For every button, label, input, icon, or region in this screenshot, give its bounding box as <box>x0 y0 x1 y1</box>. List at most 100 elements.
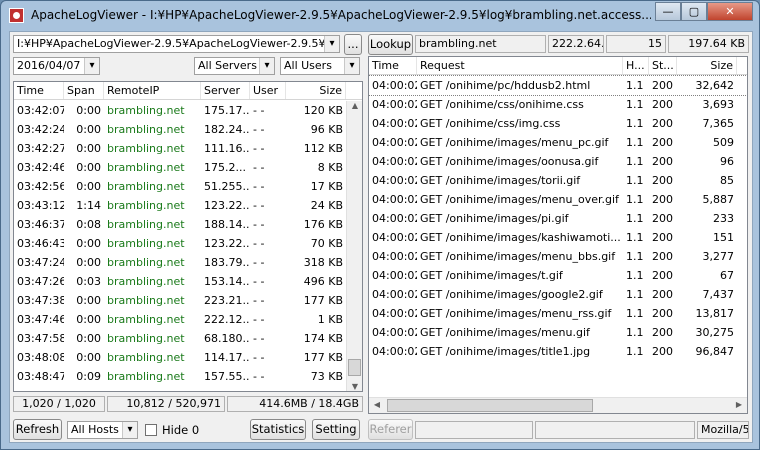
request-list[interactable]: Time Request H... St... Size 04:00:02 GET… <box>368 56 748 414</box>
cell-req-size: 13,817 <box>695 307 735 320</box>
table-row[interactable]: 03:42:07 0:00 brambling.net 175.17... - - 120… <box>14 101 362 120</box>
access-list[interactable]: Time Span RemoteIP Server User Size 03:4… <box>13 81 363 392</box>
minimize-button[interactable]: — <box>655 2 681 21</box>
table-row[interactable]: 03:48:47 0:09 brambling.net 157.55... - - 73 … <box>14 367 362 386</box>
lookup-button[interactable]: Lookup <box>368 34 413 55</box>
table-row[interactable]: 04:00:02 GET /onihime/images/title1.jpg 1.… <box>369 342 747 361</box>
cell-request: GET /onihime/images/title1.jpg <box>420 345 591 358</box>
maximize-button[interactable]: ▢ <box>681 2 707 21</box>
hide-zero-checkbox[interactable] <box>145 424 157 436</box>
referer-button[interactable]: Referer <box>368 419 413 440</box>
col-time[interactable]: Time <box>14 82 64 99</box>
scroll-right-icon[interactable]: ▶ <box>731 400 747 409</box>
cell-user: - - <box>253 332 265 345</box>
table-row[interactable]: 04:00:02 GET /onihime/pc/hddusb2.html 1.1 2… <box>369 75 747 96</box>
col-user[interactable]: User <box>250 82 286 99</box>
col-request[interactable]: Request <box>417 57 623 74</box>
access-list-vscroll[interactable]: ▲ ▼ <box>346 101 362 391</box>
table-row[interactable]: 03:47:38 0:00 brambling.net 223.21... - - 177… <box>14 291 362 310</box>
scroll-left-icon[interactable]: ◀ <box>369 400 385 409</box>
table-row[interactable]: 03:46:43 0:00 brambling.net 123.22... - - 70 … <box>14 234 362 253</box>
cell-span: 0:00 <box>76 313 101 326</box>
table-row[interactable]: 04:00:02 GET /onihime/images/menu_pc.gif 1… <box>369 133 747 152</box>
cell-http: 1.1 <box>626 250 644 263</box>
count-field: 15 <box>606 35 666 53</box>
table-row[interactable]: 04:00:02 GET /onihime/images/menu_over.gi… <box>369 190 747 209</box>
cell-status: 200 <box>652 155 673 168</box>
cell-req-time: 04:00:02 <box>372 79 417 92</box>
browse-button[interactable]: ... <box>344 34 362 55</box>
cell-req-size: 32,642 <box>695 79 735 92</box>
col-remoteip[interactable]: RemoteIP <box>104 82 201 99</box>
table-row[interactable]: 04:00:02 GET /onihime/images/menu_rss.gif… <box>369 304 747 323</box>
table-row[interactable]: 03:47:26 0:03 brambling.net 153.14... - - 496… <box>14 272 362 291</box>
table-row[interactable]: 03:46:37 0:08 brambling.net 188.14... - - 176… <box>14 215 362 234</box>
table-row[interactable]: 03:42:24 0:00 brambling.net 182.24... - - 96 … <box>14 120 362 139</box>
col-req-size[interactable]: Size <box>677 57 737 74</box>
setting-button[interactable]: Setting <box>312 419 360 440</box>
cell-req-size: 509 <box>713 136 734 149</box>
table-row[interactable]: 04:00:02 GET /onihime/css/onihime.css 1.1 2… <box>369 95 747 114</box>
cell-request: GET /onihime/css/img.css <box>420 117 561 130</box>
cell-request: GET /onihime/css/onihime.css <box>420 98 584 111</box>
table-row[interactable]: 03:42:46 0:00 brambling.net 175.2... - - 8 KB <box>14 158 362 177</box>
table-row[interactable]: 03:47:24 0:00 brambling.net 183.79... - - 318… <box>14 253 362 272</box>
table-row[interactable]: 04:00:02 GET /onihime/images/kashiwamoti.… <box>369 228 747 247</box>
server-filter-select[interactable]: All Servers <box>194 57 275 75</box>
close-button[interactable]: ✕ <box>707 2 753 21</box>
table-row[interactable]: 03:47:58 0:00 brambling.net 68.180... - - 174… <box>14 329 362 348</box>
log-file-path-select[interactable]: I:¥HP¥ApacheLogViewer-2.9.5¥ApacheLogVie… <box>13 35 340 53</box>
hosts-filter-select[interactable]: All Hosts <box>67 421 138 439</box>
scroll-up-icon[interactable]: ▲ <box>347 101 362 110</box>
table-row[interactable]: 04:00:02 GET /onihime/images/menu.gif 1.1 2… <box>369 323 747 342</box>
cell-http: 1.1 <box>626 288 644 301</box>
request-list-hscroll[interactable]: ◀ ▶ <box>369 397 747 413</box>
scroll-down-icon[interactable]: ▼ <box>347 382 362 391</box>
table-row[interactable]: 03:43:12 1:14 brambling.net 123.22... - - 24 … <box>14 196 362 215</box>
table-row[interactable]: 03:42:27 0:00 brambling.net 111.16... - - 112… <box>14 139 362 158</box>
table-row[interactable]: 04:00:02 GET /onihime/css/img.css 1.1 200 7,… <box>369 114 747 133</box>
table-row[interactable]: 04:00:02 GET /onihime/images/oonusa.gif 1.… <box>369 152 747 171</box>
cell-http: 1.1 <box>626 98 644 111</box>
cell-req-time: 04:00:02 <box>372 193 417 206</box>
table-row[interactable]: 04:00:02 GET /onihime/images/pi.gif 1.1 200… <box>369 209 747 228</box>
col-size[interactable]: Size <box>286 82 346 99</box>
table-row[interactable]: 04:00:02 GET /onihime/images/torii.gif 1.1… <box>369 171 747 190</box>
table-row[interactable]: 03:42:56 0:00 brambling.net 51.255... - - 17 … <box>14 177 362 196</box>
cell-status: 200 <box>652 98 673 111</box>
cell-req-time: 04:00:02 <box>372 307 417 320</box>
cell-user: - - <box>253 123 265 136</box>
cell-remoteip: brambling.net <box>107 332 185 345</box>
cell-req-size: 233 <box>713 212 734 225</box>
cell-http: 1.1 <box>626 193 644 206</box>
table-row[interactable]: 03:50:078:32brambling.net66.249...- -115… <box>14 386 362 391</box>
date-select[interactable]: 2016/04/07 <box>13 57 100 75</box>
cell-http: 1.1 <box>626 231 644 244</box>
statistics-button[interactable]: Statistics <box>250 419 306 440</box>
cell-req-size: 7,437 <box>702 288 735 301</box>
cell-http: 1.1 <box>626 117 644 130</box>
cell-time: 03:42:07 <box>17 104 64 117</box>
hscroll-thumb[interactable] <box>387 399 593 412</box>
table-row[interactable]: 03:48:08 0:00 brambling.net 114.17... - - 177… <box>14 348 362 367</box>
cell-time: 03:42:56 <box>17 180 64 193</box>
table-row[interactable]: 03:47:46 0:00 brambling.net 222.12... - - 1 K… <box>14 310 362 329</box>
refresh-button[interactable]: Refresh <box>13 419 62 440</box>
cell-http: 1.1 <box>626 269 644 282</box>
col-server[interactable]: Server <box>201 82 250 99</box>
table-row[interactable]: 04:00:02 GET /onihime/images/google2.gif 1… <box>369 285 747 304</box>
col-http[interactable]: H... <box>623 57 649 74</box>
scroll-thumb[interactable] <box>348 359 361 376</box>
col-req-time[interactable]: Time <box>369 57 417 74</box>
cell-span: 0:00 <box>76 351 101 364</box>
cell-request: GET /onihime/images/menu_pc.gif <box>420 136 609 149</box>
cell-server: 111.16... <box>204 142 250 155</box>
col-span[interactable]: Span <box>64 82 104 99</box>
table-row[interactable]: 04:00:02 GET /onihime/images/t.gif 1.1 200 6… <box>369 266 747 285</box>
cell-time: 03:42:46 <box>17 161 64 174</box>
cell-server: 51.255... <box>204 180 250 193</box>
table-row[interactable]: 04:00:02 GET /onihime/images/menu_bbs.gif… <box>369 247 747 266</box>
col-status[interactable]: St... <box>649 57 677 74</box>
title-bar[interactable]: ApacheLogViewer - I:¥HP¥ApacheLogViewer-… <box>1 1 759 31</box>
user-filter-select[interactable]: All Users <box>280 57 360 75</box>
